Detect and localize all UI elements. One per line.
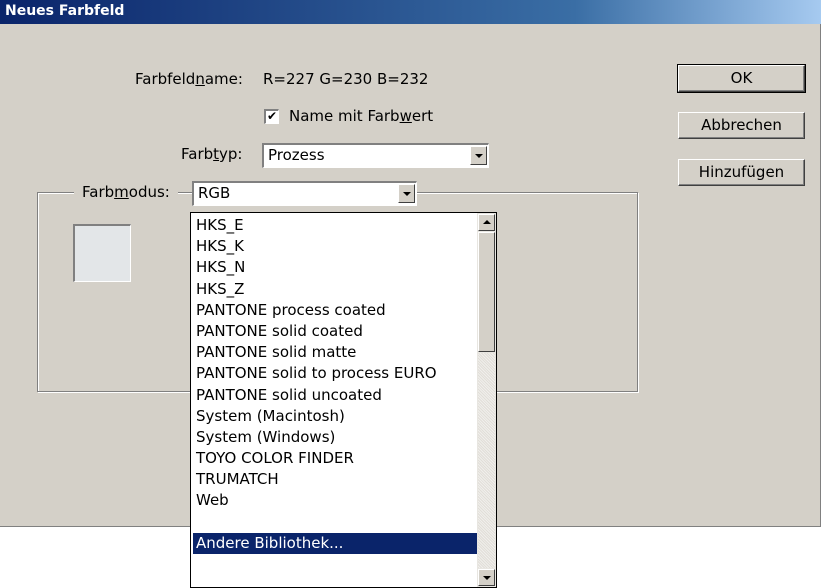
color-type-label: Farbtyp: <box>181 145 243 163</box>
cancel-button[interactable]: Abbrechen <box>678 112 805 139</box>
dropdown-option[interactable] <box>193 512 477 533</box>
chevron-down-icon[interactable] <box>470 146 487 165</box>
dropdown-option[interactable]: TOYO COLOR FINDER <box>193 448 477 469</box>
dropdown-option[interactable]: HKS_K <box>193 236 477 257</box>
scroll-thumb[interactable] <box>478 232 495 352</box>
dropdown-option[interactable]: HKS_N <box>193 257 477 278</box>
scroll-track[interactable] <box>478 353 495 568</box>
dropdown-option[interactable]: Web <box>193 490 477 511</box>
dropdown-options: HKS_E HKS_K HKS_N HKS_Z PANTONE process coat… <box>193 215 477 554</box>
scroll-up-icon[interactable] <box>478 214 495 231</box>
dropdown-option[interactable]: System (Windows) <box>193 427 477 448</box>
window-title: Neues Farbfeld <box>5 3 125 19</box>
dropdown-option[interactable]: PANTONE solid coated <box>193 321 477 342</box>
color-mode-select[interactable]: RGB <box>192 181 417 206</box>
scroll-down-icon[interactable] <box>478 569 495 586</box>
dropdown-option[interactable]: PANTONE solid uncoated <box>193 385 477 406</box>
add-button[interactable]: Hinzufügen <box>678 159 805 186</box>
color-mode-label: Farbmodus: <box>74 183 178 201</box>
dropdown-option[interactable]: PANTONE solid matte <box>193 342 477 363</box>
swatch-name-value: R=227 G=230 B=232 <box>263 70 429 88</box>
dropdown-option[interactable]: PANTONE solid to process EURO <box>193 363 477 384</box>
name-with-color-value-checkbox[interactable]: ✔ <box>264 109 279 124</box>
dropdown-option[interactable]: HKS_Z <box>193 279 477 300</box>
dropdown-option[interactable]: TRUMATCH <box>193 469 477 490</box>
chevron-down-icon[interactable] <box>398 184 415 203</box>
dropdown-scrollbar[interactable] <box>477 213 496 587</box>
color-type-value: Prozess <box>268 146 325 164</box>
swatch-preview <box>73 224 131 282</box>
color-mode-dropdown-list[interactable]: HKS_E HKS_K HKS_N HKS_Z PANTONE process coat… <box>190 212 497 588</box>
dropdown-option[interactable]: PANTONE process coated <box>193 300 477 321</box>
dropdown-option[interactable]: Andere Bibliothek... <box>193 532 477 554</box>
dropdown-option[interactable]: System (Macintosh) <box>193 406 477 427</box>
dropdown-option[interactable]: HKS_E <box>193 215 477 236</box>
checkbox-label: Name mit Farbwert <box>289 107 434 125</box>
color-type-select[interactable]: Prozess <box>262 143 489 168</box>
swatch-name-label: Farbfeldname: <box>135 70 243 88</box>
ok-button[interactable]: OK <box>677 64 806 93</box>
color-mode-value: RGB <box>198 184 231 202</box>
title-bar: Neues Farbfeld <box>0 0 821 24</box>
